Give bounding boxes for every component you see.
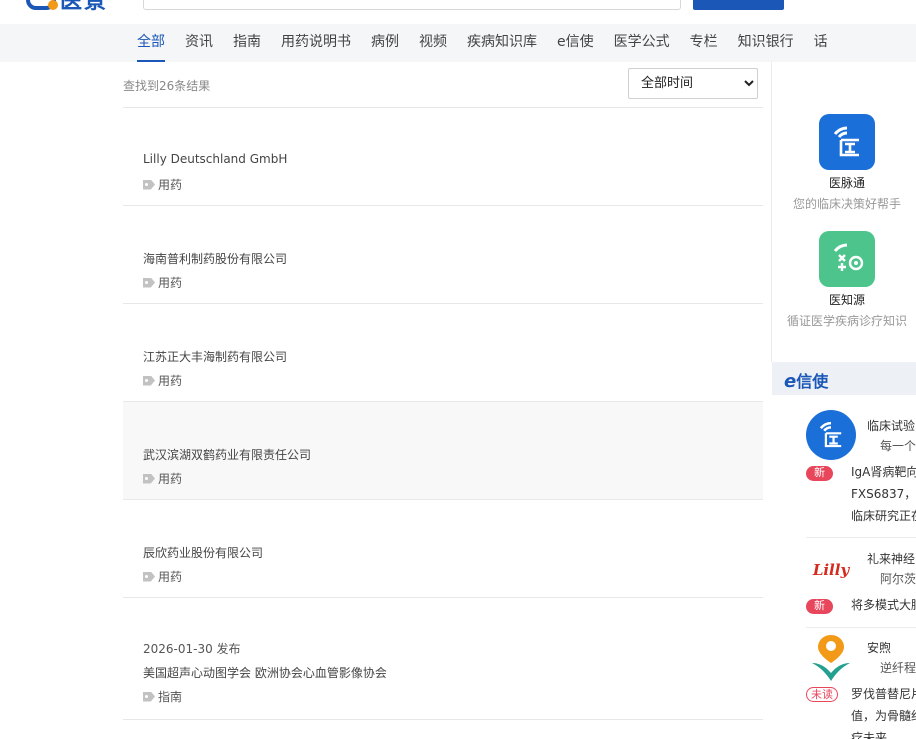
site-logo[interactable]: 医景 [26,0,109,14]
yizhiyuan-icon [819,231,875,287]
message-body-line[interactable]: 值，为骨髓纤 [851,705,916,727]
anxu-logo-icon[interactable] [806,633,856,683]
tab-guidelines[interactable]: 指南 [223,24,271,62]
message-body-line[interactable]: 临床研究正在 [851,505,916,527]
message-body-line[interactable]: 将多模式大脑 [851,594,916,616]
message-body-line[interactable]: FXS6837，这 [851,483,916,505]
message-sender[interactable]: 临床试验 [867,417,915,434]
new-badge: 新 [806,466,833,481]
tab-news[interactable]: 资讯 [175,24,223,62]
result-title[interactable]: 辰欣药业股份有限公司 [143,544,263,561]
clinical-trial-avatar-icon[interactable] [806,410,856,460]
result-tag: 用药 [143,470,182,487]
result-tag-label: 用药 [158,276,183,290]
result-tag: 用药 [143,274,182,291]
result-item[interactable]: 江苏正大丰海制药有限公司 用药 [123,304,763,402]
app-name: 医知源 [828,293,865,307]
result-tag: 用药 [143,568,182,585]
tab-columns[interactable]: 专栏 [680,24,728,62]
result-title[interactable]: 美国超声心动图学会 欧洲协会心血管影像协会 [143,664,387,681]
yimaitong-icon [819,114,875,170]
logo-mark-icon [26,0,58,10]
tag-icon [143,375,155,386]
message-subtitle: 每一个 [880,439,916,453]
message-sender[interactable]: 安煦 [867,639,891,656]
tag-icon [143,473,155,484]
result-title[interactable]: 江苏正大丰海制药有限公司 [143,348,287,365]
tab-medical-formulas[interactable]: 医学公式 [604,24,680,62]
message-body-line[interactable]: 罗伐普替尼片 [851,683,916,705]
tag-icon [143,691,155,702]
search-button[interactable] [693,0,784,10]
result-title[interactable]: 武汉滨湖双鹤药业有限责任公司 [143,446,311,463]
result-tag: 指南 [143,688,182,705]
result-item[interactable]: 辰欣药业股份有限公司 用药 [123,500,763,598]
result-summary-bar: 查找到26条结果 全部时间 [123,62,763,108]
result-tag-label: 用药 [158,178,183,192]
tab-all[interactable]: 全部 [127,24,175,62]
tab-disease-kb[interactable]: 疾病知识库 [457,24,547,62]
tag-icon [143,179,155,190]
result-count: 查找到26条结果 [123,79,211,93]
tab-cases[interactable]: 病例 [361,24,409,62]
e-messenger-title-rest: 信使 [796,372,829,391]
new-badge: 新 [806,599,833,614]
result-title[interactable]: 海南普利制药股份有限公司 [143,250,287,267]
lilly-logo-icon[interactable]: Lilly [806,545,856,595]
tag-icon [143,277,155,288]
tab-knowledge-bank[interactable]: 知识银行 [728,24,804,62]
message-body-line[interactable]: 疗未来 [851,727,887,739]
e-messenger-title-prefix: e [784,371,797,392]
result-tag-label: 指南 [158,690,183,704]
lilly-logo-text: Lilly [812,561,850,579]
result-item[interactable]: 2026-01-30 发布 美国超声心动图学会 欧洲协会心血管影像协会 指南 [123,598,763,720]
result-title[interactable]: Lilly Deutschland GmbH [143,152,287,166]
message-subtitle: 逆纤程 [880,661,916,675]
message-divider [806,537,916,538]
logo-text: 医景 [60,0,109,14]
app-card-yimaitong[interactable]: 医脉通 您的临床决策好帮手 [772,114,916,212]
e-messenger-header: e信使 [772,362,916,395]
search-input[interactable] [143,0,681,10]
e-messenger-title[interactable]: e信使 [784,368,828,392]
result-item[interactable]: Lilly Deutschland GmbH 用药 [123,108,763,206]
app-card-yizhiyuan[interactable]: 医知源 循证医学疾病诊疗知识 [772,231,916,329]
tab-drug-leaflets[interactable]: 用药说明书 [271,24,361,62]
search-results: 查找到26条结果 全部时间 Lilly Deutschland GmbH 用药 … [123,62,763,720]
category-nav: 全部 资讯 指南 用药说明书 病例 视频 疾病知识库 e信使 医学公式 专栏 知… [0,24,916,62]
result-tag-label: 用药 [158,374,183,388]
result-tag-label: 用药 [158,472,183,486]
message-sender[interactable]: 礼来神经 [867,550,915,567]
tab-e-messenger[interactable]: e信使 [547,24,604,62]
app-desc: 循证医学疾病诊疗知识 [786,314,907,328]
time-filter-select[interactable]: 全部时间 [628,68,758,99]
result-date: 2026-01-30 发布 [143,642,241,656]
tab-topics[interactable]: 话 [804,24,838,62]
app-desc: 您的临床决策好帮手 [792,197,901,211]
unread-badge: 未读 [806,687,838,702]
tag-icon [143,571,155,582]
tab-videos[interactable]: 视频 [409,24,457,62]
message-body-line[interactable]: IgA肾病靶向 [851,461,916,483]
result-item[interactable]: 武汉滨湖双鹤药业有限责任公司 用药 [123,402,763,500]
message-subtitle: 阿尔茨 [880,572,916,586]
result-tag: 用药 [143,176,182,193]
result-tag-label: 用药 [158,570,183,584]
result-tag: 用药 [143,372,182,389]
app-name: 医脉通 [828,176,865,190]
result-item[interactable]: 海南普利制药股份有限公司 用药 [123,206,763,304]
top-header: 医景 [0,0,916,24]
message-divider [806,627,916,628]
